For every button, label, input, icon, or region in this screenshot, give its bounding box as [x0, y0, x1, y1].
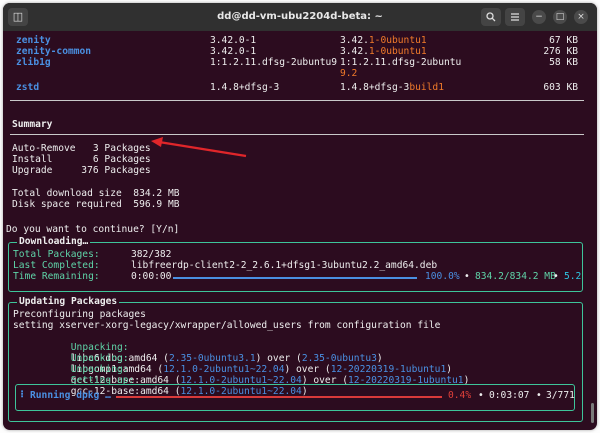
- new-version-highlight: 1-0ubuntu1: [368, 35, 427, 46]
- separator: •: [464, 271, 470, 282]
- package-row: zstd 1.4.8+dfsg-3 1.4.8+dfsg-3build1 603…: [10, 82, 584, 94]
- time-remaining-label: Time Remaining:: [13, 271, 100, 282]
- dpkg-label: Running dpkg …: [30, 390, 111, 401]
- summary-line: Upgrade 376 Packages: [10, 165, 584, 177]
- new-version-highlight: 1-0ubuntu1: [368, 46, 427, 57]
- log-line: Unpacking: libc6-dbg:amd64 (2.35-0ubuntu…: [13, 332, 587, 364]
- dpkg-count: 3/771: [546, 390, 575, 401]
- package-size: 58 KB: [549, 57, 578, 68]
- download-size-progress: 834.2/834.2 MB: [475, 271, 556, 282]
- new-version: 3.42.: [340, 35, 369, 46]
- spinner-icon: ⠇: [20, 390, 28, 401]
- log-line: setting xserver-xorg-legacy/xwrapper/all…: [13, 320, 587, 332]
- terminal-output[interactable]: zenity 3.42.0-1 3.42.1-0ubuntu1 67 KB ze…: [6, 34, 584, 426]
- separator: •: [553, 271, 559, 282]
- summary-line: Disk space required 596.9 MB: [10, 199, 584, 211]
- maximize-icon[interactable]: □: [553, 10, 567, 24]
- package-name: zstd: [16, 82, 40, 93]
- downloading-panel: Downloading… Total Packages: 382/382 Las…: [8, 236, 583, 292]
- disk-space: Disk space required 596.9 MB: [12, 199, 180, 210]
- dpkg-panel: ⠇ Running dpkg … 0.4% • 0:03:07 • 3/771: [15, 384, 575, 411]
- title-bar[interactable]: ◫ dd@dd-vm-ubu2204d-beta: ~ − □ ×: [3, 3, 597, 31]
- log-line: Setting up: gcc-12-base:amd64 (12.1.0-2u…: [13, 365, 587, 397]
- log-line: Unpacking: libgomp1:amd64 (12.1.0-2ubunt…: [13, 343, 587, 375]
- download-speed: 5.2 MB/s: [564, 272, 582, 282]
- new-version: 1:1.2.11.dfsg-2ubuntu: [340, 57, 462, 68]
- time-remaining-row: Time Remaining: 0:00:00 100.0% • 834.2/8…: [13, 271, 587, 283]
- dpkg-elapsed: 0:03:07: [489, 390, 530, 401]
- download-percent: 100.0%: [425, 271, 460, 282]
- log-line: Unpacking: gcc-12-base:amd64 (12.1.0-2ub…: [13, 354, 587, 386]
- search-icon[interactable]: [481, 8, 501, 26]
- dpkg-percent: 0.4%: [448, 390, 472, 401]
- package-row: zenity 3.42.0-1 3.42.1-0ubuntu1 67 KB: [10, 35, 584, 47]
- prompt-line: Do you want to continue? [Y/n]: [6, 224, 584, 236]
- separator: •: [536, 390, 542, 401]
- package-name: zlib1g: [16, 57, 51, 68]
- last-completed-value: libfreerdp-client2-2_2.6.1+dfsg1-3ubuntu…: [131, 260, 438, 271]
- minimize-icon[interactable]: −: [532, 10, 546, 24]
- upgrade-count: Upgrade 376 Packages: [12, 165, 151, 176]
- log-text: setting xserver-xorg-legacy/xwrapper/all…: [13, 320, 441, 331]
- close-icon[interactable]: ×: [574, 10, 588, 24]
- package-row: zlib1g 1:1.2.11.dfsg-2ubuntu9 1:1.2.11.d…: [10, 57, 584, 69]
- download-progress-bar: [173, 277, 417, 279]
- dpkg-row: ⠇ Running dpkg … 0.4% • 0:03:07 • 3/771: [20, 390, 575, 402]
- divider: [10, 100, 584, 101]
- new-version: 3.42.: [340, 46, 369, 57]
- package-row-wrap: 9.2: [10, 68, 584, 80]
- downloading-title: Downloading…: [17, 236, 91, 248]
- scrollbar[interactable]: [591, 403, 594, 423]
- summary-heading: Summary: [12, 119, 53, 130]
- time-remaining-value: 0:00:00: [131, 271, 172, 282]
- continue-prompt: Do you want to continue? [Y/n]: [6, 224, 180, 235]
- dpkg-progress-bar: [116, 396, 442, 398]
- summary-heading-row: Summary: [10, 119, 584, 131]
- old-version: 1.4.8+dfsg-3: [210, 82, 280, 93]
- new-version: 1.4.8+dfsg-3: [340, 82, 410, 93]
- menu-icon[interactable]: [505, 8, 525, 26]
- separator: •: [478, 390, 484, 401]
- new-version-highlight: 9.2: [340, 68, 358, 79]
- old-version: 1:1.2.11.dfsg-2ubuntu9: [210, 57, 338, 68]
- new-version-highlight: build1: [409, 82, 444, 93]
- red-arrow-annotation: [151, 137, 247, 158]
- divider: [10, 134, 584, 135]
- package-size: 603 KB: [543, 82, 578, 93]
- updating-panel: Updating Packages Preconfiguring package…: [8, 296, 583, 422]
- terminal-window: ◫ dd@dd-vm-ubu2204d-beta: ~ − □ × zenity…: [3, 3, 597, 430]
- updating-title: Updating Packages: [17, 296, 120, 308]
